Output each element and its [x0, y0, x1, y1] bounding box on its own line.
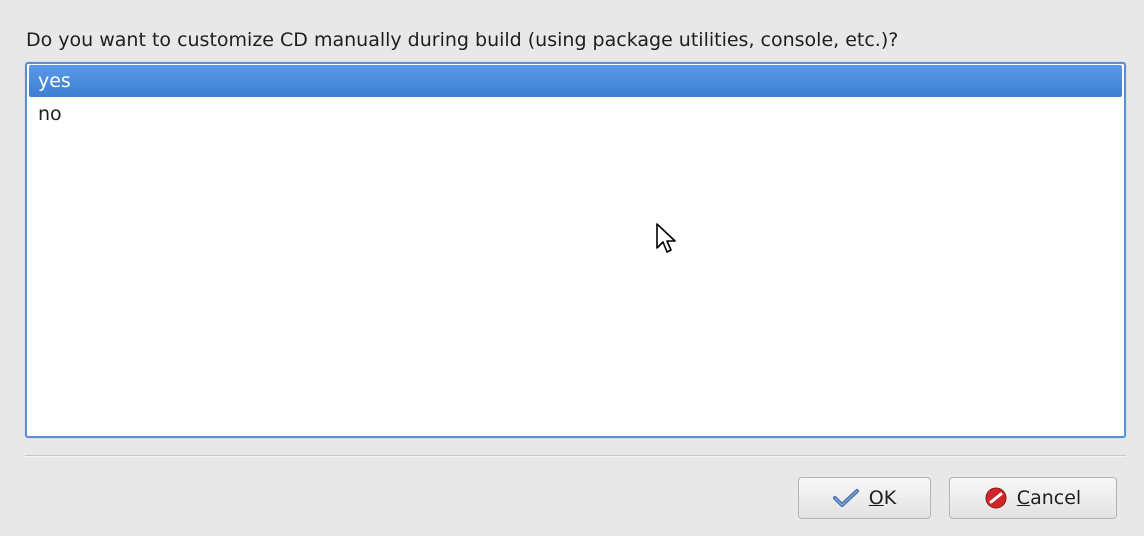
separator	[25, 455, 1126, 457]
cancel-icon	[985, 487, 1007, 509]
checkmark-icon	[832, 488, 859, 508]
mouse-pointer-icon	[655, 222, 677, 260]
ok-label: OK	[868, 487, 897, 509]
cancel-label: Cancel	[1016, 487, 1082, 509]
cancel-button[interactable]: Cancel	[949, 477, 1117, 519]
ok-button[interactable]: OK	[798, 477, 931, 519]
list-item-yes[interactable]: yes	[29, 65, 1122, 97]
options-listbox[interactable]: yes no	[25, 62, 1126, 438]
list-item-no[interactable]: no	[29, 98, 1122, 130]
dialog-question: Do you want to customize CD manually dur…	[26, 29, 899, 51]
